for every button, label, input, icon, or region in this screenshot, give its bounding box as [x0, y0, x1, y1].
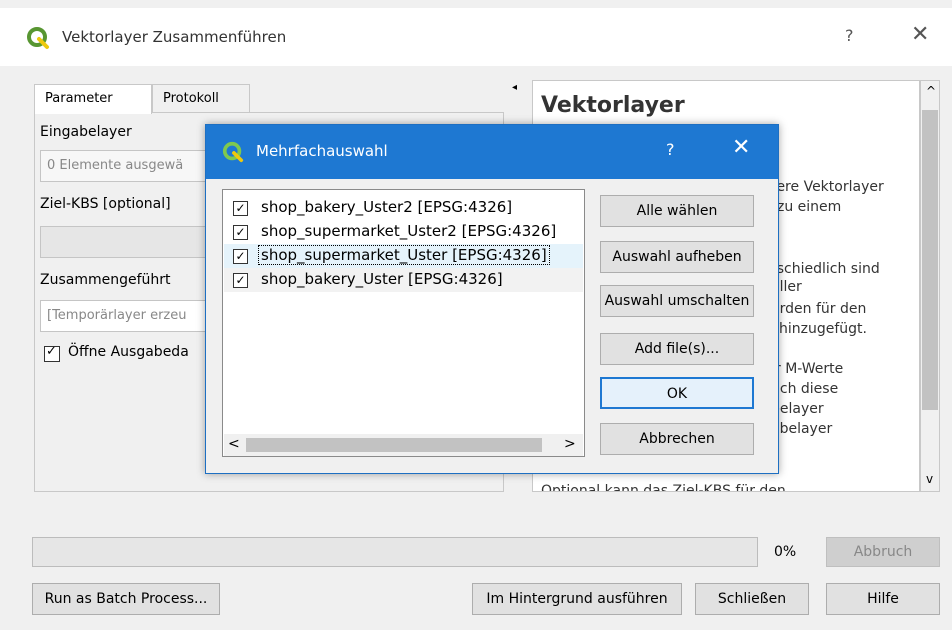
crs-field[interactable] [40, 226, 220, 258]
output-field[interactable]: [Temporärlayer erzeu [40, 300, 220, 332]
close-icon[interactable]: ✕ [732, 135, 750, 160]
scroll-down-icon[interactable]: v [926, 472, 933, 486]
deselect-button[interactable]: Auswahl aufheben [600, 241, 754, 273]
add-files-button[interactable]: Add file(s)... [600, 333, 754, 365]
qgis-icon [222, 141, 244, 163]
close-button[interactable]: Schließen [695, 583, 809, 615]
list-item[interactable]: ✓ shop_supermarket_Uster2 [EPSG:4326] [224, 220, 583, 244]
scroll-left-icon[interactable]: < [228, 436, 240, 452]
progress-bar [32, 537, 758, 567]
help-scroll-thumb[interactable] [922, 110, 938, 410]
help-line: rschiedlich sind [771, 261, 880, 277]
check-icon: ✓ [235, 201, 246, 215]
dialog-title: Mehrfachauswahl [256, 142, 388, 160]
select-all-button[interactable]: Alle wählen [600, 195, 754, 227]
item-label: shop_bakery_Uster2 [EPSG:4326] [261, 198, 513, 216]
window-title: Vektorlayer Zusammenführen [62, 28, 287, 46]
open-output-label: Öffne Ausgabeda [68, 344, 189, 360]
check-icon: ✓ [235, 249, 246, 263]
multi-select-dialog: Mehrfachauswahl ? ✕ ✓ shop_bakery_Uster2… [205, 124, 779, 474]
window-titlebar: Vektorlayer Zusammenführen ? ✕ [0, 8, 952, 66]
progress-percent: 0% [774, 544, 797, 560]
help-icon[interactable]: ? [666, 140, 675, 159]
tab-parameter[interactable]: Parameter [34, 84, 152, 114]
list-item[interactable]: ✓ shop_bakery_Uster [EPSG:4326] [224, 268, 583, 292]
item-label: shop_supermarket_Uster2 [EPSG:4326] [261, 222, 557, 240]
layer-list[interactable]: ✓ shop_bakery_Uster2 [EPSG:4326] ✓ shop_… [222, 189, 585, 457]
help-line: hinzugefügt. [779, 321, 867, 337]
check-icon: ✓ [235, 273, 246, 287]
abort-button[interactable]: Abbruch [826, 537, 940, 567]
crs-label: Ziel-KBS [optional] [40, 196, 171, 212]
help-line: erden für den [771, 301, 867, 317]
toggle-selection-button[interactable]: Auswahl umschalten [600, 285, 754, 317]
item-label: shop_bakery_Uster [EPSG:4326] [261, 270, 503, 288]
help-line: uch diese [771, 381, 839, 397]
open-output-checkbox[interactable]: ✓ [44, 344, 60, 362]
scroll-up-icon[interactable]: ^ [926, 84, 936, 98]
item-label: shop_supermarket_Uster [EPSG:4326] [258, 245, 550, 265]
scroll-thumb[interactable] [246, 438, 542, 452]
input-layer-field[interactable]: 0 Elemente ausgewä [40, 150, 220, 182]
help-line: zu einem [777, 199, 842, 215]
item-checkbox[interactable]: ✓ [233, 249, 248, 264]
check-icon: ✓ [235, 225, 246, 239]
horizontal-scrollbar[interactable]: < > [224, 434, 583, 456]
output-label: Zusammengeführt [40, 272, 171, 288]
help-line: r M-Werte [775, 361, 844, 377]
ok-button[interactable]: OK [600, 377, 754, 409]
help-button[interactable]: Hilfe [826, 583, 940, 615]
input-layer-label: Eingabelayer [40, 124, 132, 140]
dialog-titlebar: Mehrfachauswahl ? ✕ [206, 125, 778, 179]
run-background-button[interactable]: Im Hintergrund ausführen [472, 583, 682, 615]
help-line: abelayer [771, 421, 833, 437]
run-batch-button[interactable]: Run as Batch Process... [32, 583, 220, 615]
qgis-icon [27, 27, 49, 49]
tab-protokoll[interactable]: Protokoll [152, 84, 250, 112]
scroll-right-icon[interactable]: > [564, 436, 576, 452]
list-item[interactable]: ✓ shop_supermarket_Uster [EPSG:4326] [224, 244, 583, 268]
close-icon[interactable]: ✕ [911, 22, 929, 47]
help-title: Vektorlayer [541, 93, 685, 118]
item-checkbox[interactable]: ✓ [233, 273, 248, 288]
item-checkbox[interactable]: ✓ [233, 201, 248, 216]
list-item[interactable]: ✓ shop_bakery_Uster2 [EPSG:4326] [224, 196, 583, 220]
collapse-arrow-icon[interactable]: ◂ [512, 82, 517, 93]
help-line: rere Vektorlayer [771, 179, 884, 195]
help-footer-line: Optional kann das Ziel-KBS für den [541, 483, 786, 492]
cancel-button[interactable]: Abbrechen [600, 423, 754, 455]
help-icon[interactable]: ? [845, 26, 854, 45]
item-checkbox[interactable]: ✓ [233, 225, 248, 240]
check-icon: ✓ [46, 344, 57, 359]
